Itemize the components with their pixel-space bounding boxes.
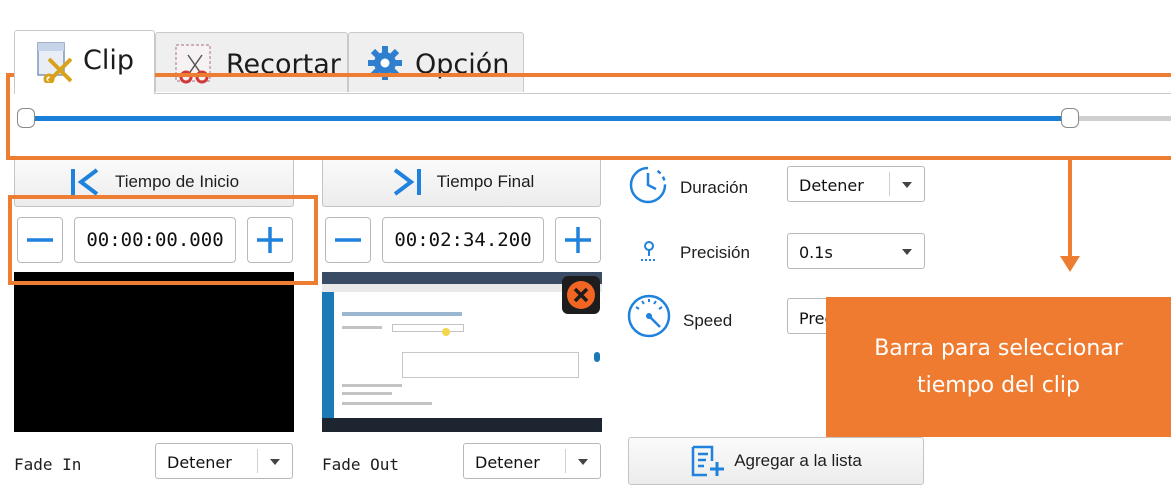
chevron-down-icon bbox=[902, 182, 912, 188]
fade-in-select[interactable]: Detener bbox=[155, 443, 293, 479]
fade-out-select-value: Detener bbox=[475, 453, 540, 472]
precision-select-value: 0.1s bbox=[799, 243, 833, 262]
clip-scissors-icon bbox=[37, 42, 73, 83]
annotation-arrow-line bbox=[1068, 158, 1072, 258]
speedometer-icon bbox=[627, 294, 671, 338]
precision-icon bbox=[641, 241, 657, 261]
fade-out-select[interactable]: Detener bbox=[463, 443, 601, 479]
end-decrement-button[interactable] bbox=[325, 217, 371, 263]
skip-start-icon bbox=[70, 168, 99, 196]
start-time-button-label: Tiempo de Inicio bbox=[114, 172, 240, 191]
chevron-down-icon bbox=[902, 249, 912, 255]
add-list-icon bbox=[691, 445, 725, 477]
tab-clip-label: Clip bbox=[83, 45, 134, 76]
arrow-down-icon bbox=[1060, 256, 1080, 272]
skip-end-icon bbox=[393, 168, 421, 196]
end-increment-button[interactable] bbox=[555, 217, 601, 263]
start-frame-preview bbox=[14, 272, 294, 432]
end-time-button[interactable]: Tiempo Final bbox=[322, 157, 601, 207]
speed-label: Speed bbox=[683, 311, 733, 330]
duration-label: Duración bbox=[680, 178, 749, 197]
close-preview-icon[interactable] bbox=[562, 276, 600, 314]
end-time-field[interactable]: 00:02:34.200 bbox=[382, 217, 544, 263]
start-time-highlight-box bbox=[8, 195, 318, 285]
annotation-line-2: tiempo del clip bbox=[916, 373, 1080, 398]
fade-out-label: Fade Out bbox=[322, 455, 400, 474]
precision-select[interactable]: 0.1s bbox=[787, 233, 925, 269]
annotation-callout: Barra para seleccionar tiempo del clip bbox=[826, 297, 1171, 437]
clock-icon bbox=[629, 166, 667, 204]
duration-select[interactable]: Detener bbox=[787, 166, 925, 202]
slider-highlight-box bbox=[6, 73, 1171, 160]
fade-in-label: Fade In bbox=[14, 455, 82, 474]
chevron-down-icon bbox=[578, 459, 588, 465]
duration-select-value: Detener bbox=[799, 176, 864, 195]
chevron-down-icon bbox=[270, 459, 280, 465]
precision-label: Precisión bbox=[680, 243, 750, 262]
end-frame-preview bbox=[322, 272, 602, 432]
tab-clip[interactable]: Clip bbox=[14, 30, 155, 94]
add-to-list-label: Agregar a la lista bbox=[734, 451, 862, 470]
fade-in-select-value: Detener bbox=[167, 453, 232, 472]
end-time-button-label: Tiempo Final bbox=[436, 172, 535, 191]
minus-icon bbox=[335, 238, 361, 242]
annotation-line-1: Barra para seleccionar bbox=[874, 336, 1123, 361]
add-to-list-button[interactable]: Agregar a la lista bbox=[628, 437, 924, 485]
plus-icon bbox=[565, 227, 591, 253]
